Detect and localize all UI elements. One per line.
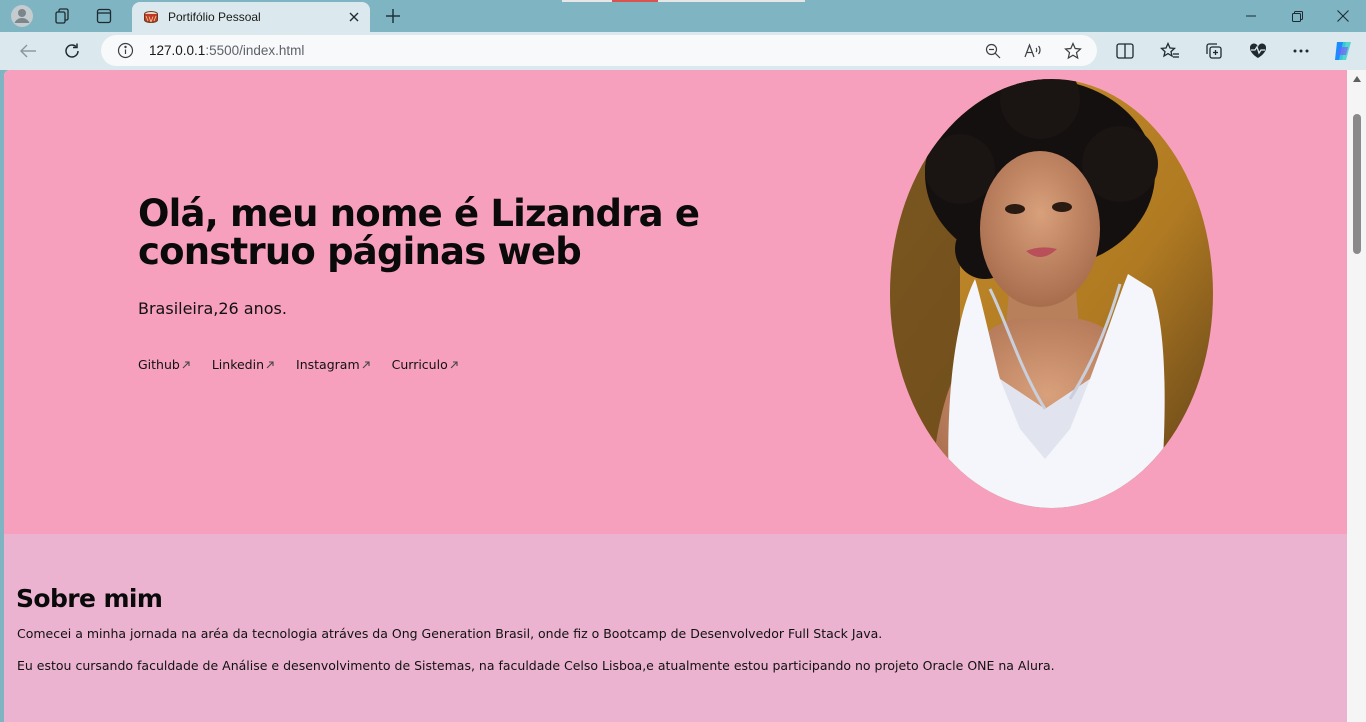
address-bar[interactable]: 127.0.0.1:5500/index.html: [101, 35, 1097, 66]
more-icon: [1293, 49, 1309, 53]
back-button[interactable]: [13, 36, 43, 66]
about-paragraph-2: Eu estou cursando faculdade de Análise e…: [17, 658, 1055, 673]
url-path: :5500/index.html: [205, 43, 305, 58]
about-heading: Sobre mim: [16, 584, 163, 613]
instagram-link-label: Instagram: [296, 357, 360, 372]
more-menu-button[interactable]: [1287, 37, 1315, 65]
workspaces-button[interactable]: [48, 4, 76, 28]
linkedin-link[interactable]: Linkedin: [212, 357, 274, 372]
plus-icon: [386, 9, 400, 23]
browser-toolbar: 127.0.0.1:5500/index.html: [0, 32, 1366, 70]
hero-heading: Olá, meu nome é Lizandra e construo pági…: [138, 192, 700, 273]
external-arrow-icon: [450, 360, 458, 369]
star-icon: [1064, 42, 1082, 60]
linkedin-link-label: Linkedin: [211, 357, 265, 372]
external-arrow-icon: [266, 360, 274, 369]
drum-icon: [142, 8, 160, 26]
instagram-link[interactable]: Instagram: [296, 357, 370, 372]
refresh-icon: [65, 43, 79, 58]
scrollbar-thumb[interactable]: [1353, 114, 1361, 254]
new-tab-button[interactable]: [380, 4, 406, 28]
info-icon[interactable]: [117, 42, 134, 59]
favorites-button[interactable]: [1156, 37, 1184, 65]
profile-icon: [11, 5, 33, 27]
profile-photo: [890, 79, 1213, 508]
scroll-up-arrow-icon[interactable]: [1353, 76, 1361, 82]
restore-button[interactable]: [1274, 0, 1320, 32]
restore-icon: [1291, 10, 1303, 22]
window-drag-indicator: [562, 0, 805, 2]
read-aloud-icon: [1024, 43, 1041, 58]
zoom-out-icon: [985, 43, 1001, 59]
browser-essentials-button[interactable]: [1244, 37, 1272, 65]
copilot-icon: [1335, 42, 1351, 60]
url-text: 127.0.0.1:5500/index.html: [149, 43, 304, 58]
hero-subtitle: Brasileira,26 anos.: [138, 299, 287, 318]
split-screen-button[interactable]: [1111, 37, 1139, 65]
workspaces-icon: [55, 8, 69, 24]
zoom-out-button[interactable]: [982, 40, 1004, 62]
hero-section: Olá, meu nome é Lizandra e construo pági…: [4, 70, 1347, 534]
about-paragraph-1: Comecei a minha jornada na aréa da tecno…: [17, 626, 883, 641]
tab-actions-icon: [96, 8, 112, 24]
vertical-scrollbar[interactable]: [1347, 70, 1366, 722]
tab-portfolio[interactable]: Portifólio Pessoal: [132, 2, 370, 32]
profile-button[interactable]: [8, 4, 36, 28]
refresh-button[interactable]: [57, 36, 87, 66]
close-icon: [1337, 10, 1349, 22]
curriculo-link[interactable]: Curriculo: [392, 357, 458, 372]
github-link-label: Github: [138, 357, 180, 372]
tab-title: Portifólio Pessoal: [168, 10, 261, 24]
copilot-button[interactable]: [1329, 37, 1357, 65]
collections-icon: [1206, 43, 1222, 59]
tab-bar: Portifólio Pessoal: [0, 0, 1366, 32]
close-window-button[interactable]: [1320, 0, 1366, 32]
external-arrow-icon: [362, 360, 370, 369]
url-host: 127.0.0.1: [149, 43, 206, 58]
favorites-icon: [1160, 42, 1179, 58]
favorite-star-button[interactable]: [1062, 40, 1084, 62]
page-viewport: Olá, meu nome é Lizandra e construo pági…: [4, 70, 1366, 722]
about-section: Sobre mim Comecei a minha jornada na aré…: [4, 534, 1347, 722]
external-arrow-icon: [182, 360, 190, 369]
social-links: Github Linkedin Instagram Curriculo: [138, 357, 480, 372]
read-aloud-button[interactable]: [1022, 40, 1044, 62]
minimize-icon: [1246, 15, 1256, 17]
minimize-button[interactable]: [1228, 0, 1274, 32]
tab-actions-button[interactable]: [90, 4, 118, 28]
close-icon: [349, 12, 359, 22]
curriculo-link-label: Curriculo: [391, 357, 448, 372]
back-arrow-icon: [20, 44, 36, 58]
github-link[interactable]: Github: [138, 357, 190, 372]
collections-button[interactable]: [1200, 37, 1228, 65]
close-tab-button[interactable]: [342, 5, 366, 29]
heart-pulse-icon: [1249, 43, 1267, 58]
split-screen-icon: [1116, 43, 1134, 59]
